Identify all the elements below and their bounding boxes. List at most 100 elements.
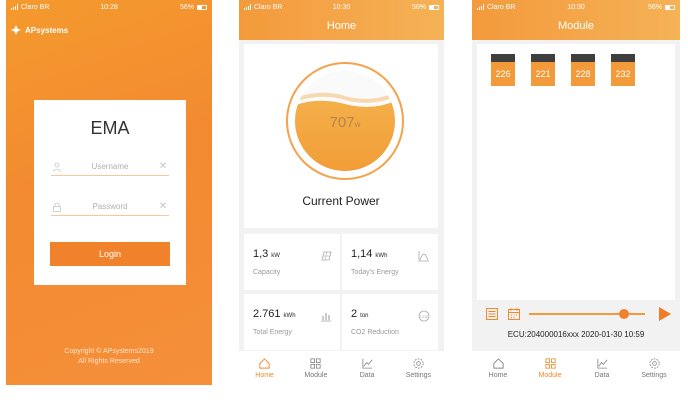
- tab-label: Home: [488, 372, 508, 379]
- tab-bar: Home Module Data Settings: [239, 351, 444, 385]
- status-bar: Claro BR 10:30 56%: [239, 0, 444, 14]
- tab-data[interactable]: Data: [576, 351, 628, 385]
- panel-power-value: 228: [571, 62, 595, 86]
- ecu-info: ECU:204000016xxx 2020-01-30 10:59: [507, 330, 645, 339]
- gear-icon: [413, 358, 424, 369]
- power-unit: w: [354, 120, 361, 129]
- gear-icon: [648, 358, 660, 369]
- time-slider[interactable]: [529, 309, 645, 319]
- stat-label: Total Energy: [253, 329, 292, 336]
- app-title: EMA: [90, 118, 130, 138]
- panel-power-value: 226: [491, 62, 515, 86]
- page-title: Module: [557, 20, 595, 32]
- tab-module[interactable]: Module: [290, 351, 341, 385]
- status-bar: Claro BR 10:30 56%: [472, 0, 680, 14]
- module-screen: Claro BR 10:30 56% Module 226 221 228 23…: [472, 0, 680, 385]
- status-time: 10:30: [567, 3, 585, 11]
- stat-tile-co2-reduction[interactable]: 2 ton CO2 Reduction CO2: [342, 294, 438, 350]
- stat-tile-today-energy[interactable]: 1,14 kWh Today's Energy: [342, 234, 438, 290]
- bar-chart-icon: [321, 313, 331, 322]
- tab-label: Module: [538, 372, 562, 379]
- current-power-card: 707w Current Power: [244, 44, 438, 228]
- login-screen: Claro BR 10:28 56% APsystems EMA Usernam…: [6, 0, 212, 385]
- username-input[interactable]: Username: [63, 162, 157, 171]
- brand-name: APsystems: [25, 25, 69, 35]
- power-value: 707: [329, 114, 355, 131]
- copyright-line-2: All Rights Reserved: [78, 358, 140, 365]
- status-time: 10:28: [100, 3, 118, 11]
- tab-label: Data: [594, 372, 610, 379]
- battery-icon: [197, 4, 207, 10]
- status-time: 10:30: [332, 3, 351, 11]
- tab-label: Settings: [641, 372, 667, 379]
- stat-value: 1,14: [351, 248, 373, 260]
- page-title: Home: [326, 20, 357, 32]
- stat-unit: kWh: [283, 313, 296, 319]
- login-button[interactable]: Login: [50, 242, 170, 266]
- energy-chart-icon: [418, 251, 429, 262]
- battery-icon: [429, 4, 439, 10]
- stat-unit: ton: [360, 313, 369, 319]
- module-layout-area: 226 221 228 232: [477, 44, 675, 300]
- logo-mark-icon: [11, 25, 21, 35]
- calendar-icon[interactable]: [507, 307, 521, 321]
- tab-label: Module: [304, 372, 328, 379]
- current-power-label: Current Power: [302, 194, 380, 208]
- stat-unit: kW: [271, 253, 280, 259]
- play-icon[interactable]: [659, 307, 671, 321]
- stat-value: 1,3: [253, 248, 269, 260]
- battery-icon: [665, 4, 675, 10]
- password-field[interactable]: Password ✕: [51, 198, 169, 216]
- module-panel[interactable]: 228: [571, 54, 595, 86]
- home-header: Claro BR 10:30 56% Home: [239, 0, 444, 40]
- tab-home[interactable]: Home: [472, 351, 524, 385]
- tab-module[interactable]: Module: [524, 351, 576, 385]
- home-screen: Claro BR 10:30 56% Home 707w Current Pow…: [239, 0, 444, 385]
- lock-icon: [51, 201, 63, 213]
- module-panel[interactable]: 221: [531, 54, 555, 86]
- home-icon: [492, 358, 504, 369]
- home-icon: [259, 358, 270, 369]
- slider-handle[interactable]: [619, 309, 630, 319]
- data-chart-icon: [596, 358, 607, 369]
- playback-controls: [477, 302, 675, 326]
- module-panel[interactable]: 232: [611, 54, 635, 86]
- tab-home[interactable]: Home: [239, 351, 290, 385]
- stat-label: Capacity: [253, 269, 281, 276]
- solar-panel-icon: [321, 251, 332, 261]
- module-grid-icon: [544, 358, 556, 369]
- copyright-line-1: Copyright © APsystems2019: [64, 348, 154, 355]
- co2-icon: CO2: [418, 310, 430, 322]
- tab-label: Settings: [405, 372, 432, 379]
- data-chart-icon: [362, 358, 373, 369]
- stat-label: CO2 Reduction: [351, 329, 399, 336]
- status-bar: Claro BR 10:28 56%: [6, 0, 212, 14]
- tab-label: Home: [255, 372, 274, 379]
- tab-data[interactable]: Data: [342, 351, 393, 385]
- stat-tile-total-energy[interactable]: 2.761 kWh Total Energy: [244, 294, 340, 350]
- stat-value: 2: [351, 308, 358, 320]
- copyright: Copyright © APsystems2019 All Rights Res…: [6, 347, 212, 367]
- list-icon[interactable]: [485, 307, 499, 321]
- login-card: EMA Username ✕ Password ✕ Login: [34, 100, 186, 285]
- user-icon: [51, 161, 63, 173]
- stat-tile-capacity[interactable]: 1,3 kW Capacity: [244, 234, 340, 290]
- svg-text:CO2: CO2: [420, 314, 429, 319]
- tab-settings[interactable]: Settings: [628, 351, 680, 385]
- username-field[interactable]: Username ✕: [51, 158, 169, 176]
- panel-power-value: 232: [611, 62, 635, 86]
- power-readout: 707w: [284, 114, 406, 131]
- stat-value: 2.761: [253, 308, 281, 320]
- tab-bar: Home Module Data Settings: [472, 351, 680, 385]
- apsystems-logo: APsystems: [10, 24, 68, 36]
- tab-label: Data: [359, 372, 375, 379]
- stat-label: Today's Energy: [351, 269, 399, 276]
- panel-power-value: 221: [531, 62, 555, 86]
- password-input[interactable]: Password: [63, 202, 157, 211]
- module-panel[interactable]: 226: [491, 54, 515, 86]
- tab-settings[interactable]: Settings: [393, 351, 444, 385]
- module-header: Claro BR 10:30 56% Module: [472, 0, 680, 40]
- clear-password-icon[interactable]: ✕: [157, 201, 169, 213]
- clear-username-icon[interactable]: ✕: [157, 161, 169, 173]
- stat-unit: kWh: [375, 253, 388, 259]
